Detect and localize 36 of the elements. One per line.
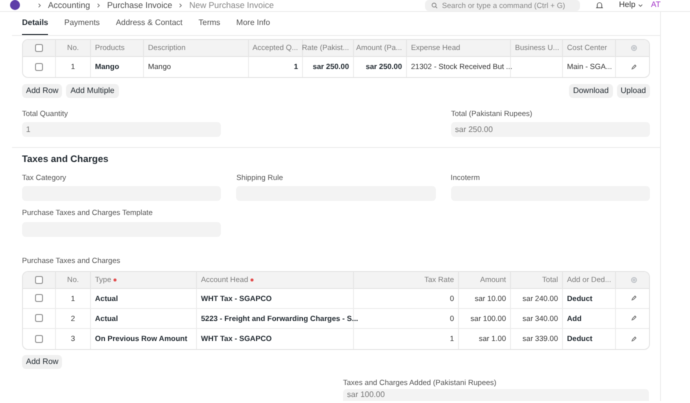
chevron-icon[interactable]: [177, 2, 184, 9]
edit-icon[interactable]: [630, 334, 638, 343]
input-field[interactable]: sar 100.00: [343, 389, 649, 402]
tab[interactable]: Payments: [64, 12, 100, 35]
user-avatar[interactable]: AT: [651, 1, 661, 9]
add-button[interactable]: Download: [569, 84, 613, 98]
chevron-icon[interactable]: [36, 2, 43, 9]
tab[interactable]: Address & Contact: [116, 12, 183, 35]
tab[interactable]: More Info: [236, 12, 270, 35]
bell-icon[interactable]: [595, 1, 604, 10]
checkbox[interactable]: [35, 276, 43, 284]
tab[interactable]: Details: [22, 12, 48, 35]
edit-icon[interactable]: [630, 314, 638, 322]
edit-icon[interactable]: [630, 63, 638, 71]
input-field[interactable]: sar 250.00: [451, 122, 650, 138]
breadcrumb-link[interactable]: Accounting: [48, 1, 90, 10]
checkbox[interactable]: [35, 334, 43, 343]
checkbox[interactable]: [35, 44, 43, 52]
app-logo-icon[interactable]: [10, 0, 20, 10]
edit-icon[interactable]: [630, 294, 638, 302]
checkbox[interactable]: [35, 294, 43, 302]
input-field[interactable]: 1: [22, 122, 221, 138]
checkbox[interactable]: [35, 314, 43, 322]
chevron-icon[interactable]: [95, 2, 102, 9]
tab[interactable]: Terms: [198, 12, 220, 35]
breadcrumb-link[interactable]: Purchase Invoice: [107, 1, 172, 10]
caret-icon[interactable]: [637, 2, 644, 8]
add-button[interactable]: Add Multiple: [66, 84, 118, 98]
search-icon[interactable]: [431, 2, 438, 9]
section-title: Taxes and Charges: [22, 154, 110, 166]
add-button[interactable]: Add Row: [22, 84, 62, 98]
help-menu[interactable]: Help: [619, 1, 644, 9]
add-button[interactable]: Add Row: [22, 354, 62, 369]
add-button[interactable]: Upload: [616, 84, 650, 98]
checkbox[interactable]: [35, 63, 43, 71]
breadcrumb-link[interactable]: New Purchase Invoice: [189, 1, 274, 10]
